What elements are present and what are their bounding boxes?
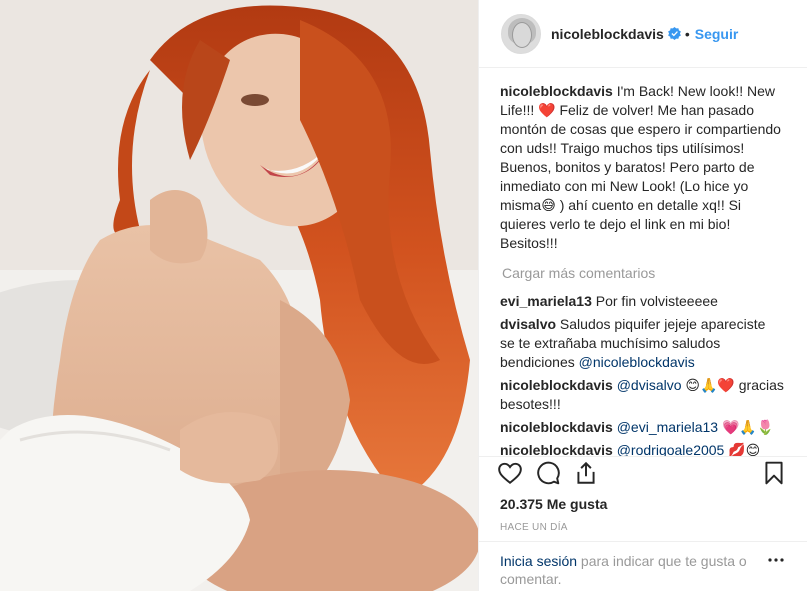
heart-icon[interactable]	[497, 460, 523, 486]
share-icon[interactable]	[573, 460, 599, 486]
comments-section: nicoleblockdavis I'm Back! New look!! Ne…	[479, 68, 807, 456]
caption-text: I'm Back! New look!! New Life!!! ❤️ Feli…	[500, 83, 781, 251]
comment-username[interactable]: dvisalvo	[500, 316, 556, 332]
follow-button[interactable]: Seguir	[695, 26, 739, 42]
verified-badge-icon	[667, 27, 681, 40]
comment-item: nicoleblockdavis @evi_mariela13 💗🙏🌷	[500, 418, 784, 437]
comment-mention[interactable]: @evi_mariela13	[617, 419, 718, 435]
login-link[interactable]: Inicia sesión	[500, 553, 577, 569]
header-username[interactable]: nicoleblockdavis	[551, 26, 664, 42]
comment-text: 💗🙏🌷	[718, 419, 775, 435]
login-prompt: Inicia sesión para indicar que te gusta …	[479, 541, 807, 588]
comment-mention[interactable]: @dvisalvo	[617, 377, 682, 393]
comment-text: Por fin volvisteeeee	[595, 293, 718, 309]
comment-icon[interactable]	[535, 460, 561, 486]
comment-item: evi_mariela13 Por fin volvisteeeee	[500, 292, 784, 311]
comment-item: nicoleblockdavis @rodrigoale2005 💋😊	[500, 441, 784, 456]
comment-item: nicoleblockdavis @dvisalvo 😊🙏❤️ gracias …	[500, 376, 784, 414]
bookmark-icon[interactable]	[761, 460, 787, 486]
post-header: nicoleblockdavis • Seguir	[479, 0, 807, 68]
comment-item: dvisalvo Saludos piquifer jejeje apareci…	[500, 315, 784, 372]
avatar-face	[512, 21, 532, 48]
post-photo[interactable]	[0, 0, 478, 591]
comment-username[interactable]: nicoleblockdavis	[500, 442, 613, 456]
caption-username[interactable]: nicoleblockdavis	[500, 83, 613, 99]
avatar[interactable]	[501, 13, 541, 54]
action-bar	[479, 456, 807, 493]
likes-count[interactable]: 20.375 Me gusta	[500, 496, 607, 512]
comment-text: 💋😊	[724, 442, 761, 456]
more-options-icon[interactable]	[768, 558, 784, 562]
photo-illustration	[0, 0, 478, 591]
comment-mention[interactable]: @rodrigoale2005	[617, 442, 725, 456]
post-timestamp[interactable]: HACE UN DÍA	[500, 522, 568, 533]
post-sidebar: nicoleblockdavis • Seguir nicoleblockdav…	[478, 0, 807, 591]
instagram-post: nicoleblockdavis • Seguir nicoleblockdav…	[0, 0, 807, 591]
comment-username[interactable]: nicoleblockdavis	[500, 377, 613, 393]
comment-username[interactable]: evi_mariela13	[500, 293, 592, 309]
post-caption: nicoleblockdavis I'm Back! New look!! Ne…	[500, 82, 784, 253]
load-more-comments-button[interactable]: Cargar más comentarios	[502, 264, 784, 283]
comment-username[interactable]: nicoleblockdavis	[500, 419, 613, 435]
header-separator: •	[684, 25, 690, 42]
comment-mention[interactable]: @nicoleblockdavis	[579, 354, 695, 370]
